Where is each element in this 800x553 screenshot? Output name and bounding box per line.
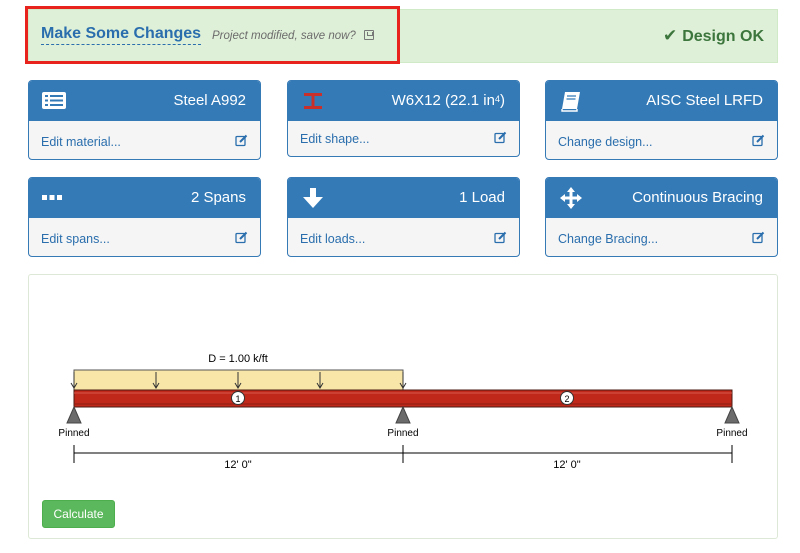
support-label: Pinned [716,428,747,439]
calculate-button[interactable]: Calculate [42,500,115,528]
span-length-1: 12' 0" [224,459,252,471]
span-length-2: 12' 0" [553,459,581,471]
support-label: Pinned [58,428,89,439]
dimension-lines [73,445,733,463]
beam-diagram: D = 1.00 k/ft 1 2 Pinned Pinned Pinned 1… [58,353,747,471]
support-label: Pinned [387,428,418,439]
pinned-support[interactable] [395,405,411,424]
span-number-2: 2 [564,394,569,404]
span-number-1: 1 [235,394,240,404]
app-stage: Make Some Changes Project modified, save… [0,0,800,553]
load-label: D = 1.00 k/ft [208,353,268,365]
pinned-support[interactable] [724,405,740,424]
pinned-support[interactable] [66,405,82,424]
